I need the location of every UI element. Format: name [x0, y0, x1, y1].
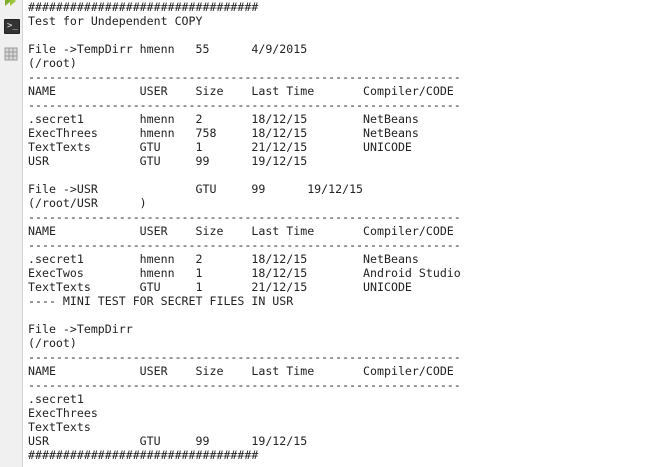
- output-line: File ->TempDirr hmenn 55 4/9/2015: [28, 42, 308, 56]
- output-line: #################################: [28, 0, 259, 14]
- output-line: .secret1: [28, 392, 84, 406]
- output-line: (/root/USR ): [28, 196, 147, 210]
- run-icon[interactable]: [3, 0, 19, 10]
- terminal-prompt: >_: [7, 21, 18, 31]
- output-line: #################################: [28, 448, 259, 462]
- output-line: ExecThrees hmenn 758 18/12/15 NetBeans: [28, 126, 419, 140]
- output-line: TextTexts GTU 1 21/12/15 UNICODE: [28, 280, 412, 294]
- output-line: TextTexts GTU 1 21/12/15 UNICODE: [28, 140, 412, 154]
- output-line: ---- MINI TEST FOR SECRET FILES IN USR: [28, 294, 294, 308]
- output-line: NAME USER Size Last Time Compiler/CODE: [28, 84, 454, 98]
- output-line: ----------------------------------------…: [28, 70, 461, 84]
- output-line: (/root): [28, 336, 77, 350]
- terminal-icon[interactable]: >_: [4, 19, 20, 34]
- output-line: ----------------------------------------…: [28, 210, 461, 224]
- output-line: USR GTU 99 19/12/15: [28, 434, 308, 448]
- grid-icon[interactable]: [3, 46, 19, 62]
- output-line: ----------------------------------------…: [28, 98, 461, 112]
- output-line: USR GTU 99 19/12/15: [28, 154, 308, 168]
- output-line: Test for Undependent COPY: [28, 14, 203, 28]
- output-line: ----------------------------------------…: [28, 350, 461, 364]
- output-line: NAME USER Size Last Time Compiler/CODE: [28, 224, 454, 238]
- output-line: File ->TempDirr: [28, 322, 133, 336]
- console-output[interactable]: ################################# Test fo…: [28, 0, 653, 462]
- output-line: ExecThrees: [28, 406, 98, 420]
- output-toolbar: >_: [0, 0, 23, 467]
- output-line: ----------------------------------------…: [28, 238, 461, 252]
- output-line: ----------------------------------------…: [28, 378, 461, 392]
- output-line: File ->USR GTU 99 19/12/15: [28, 182, 364, 196]
- output-line: ExecTwos hmenn 1 18/12/15 Android Studio: [28, 266, 461, 280]
- output-line: TextTexts: [28, 420, 91, 434]
- output-line: (/root): [28, 56, 77, 70]
- output-line: .secret1 hmenn 2 18/12/15 NetBeans: [28, 252, 419, 266]
- output-line: .secret1 hmenn 2 18/12/15 NetBeans: [28, 112, 419, 126]
- output-line: NAME USER Size Last Time Compiler/CODE: [28, 364, 454, 378]
